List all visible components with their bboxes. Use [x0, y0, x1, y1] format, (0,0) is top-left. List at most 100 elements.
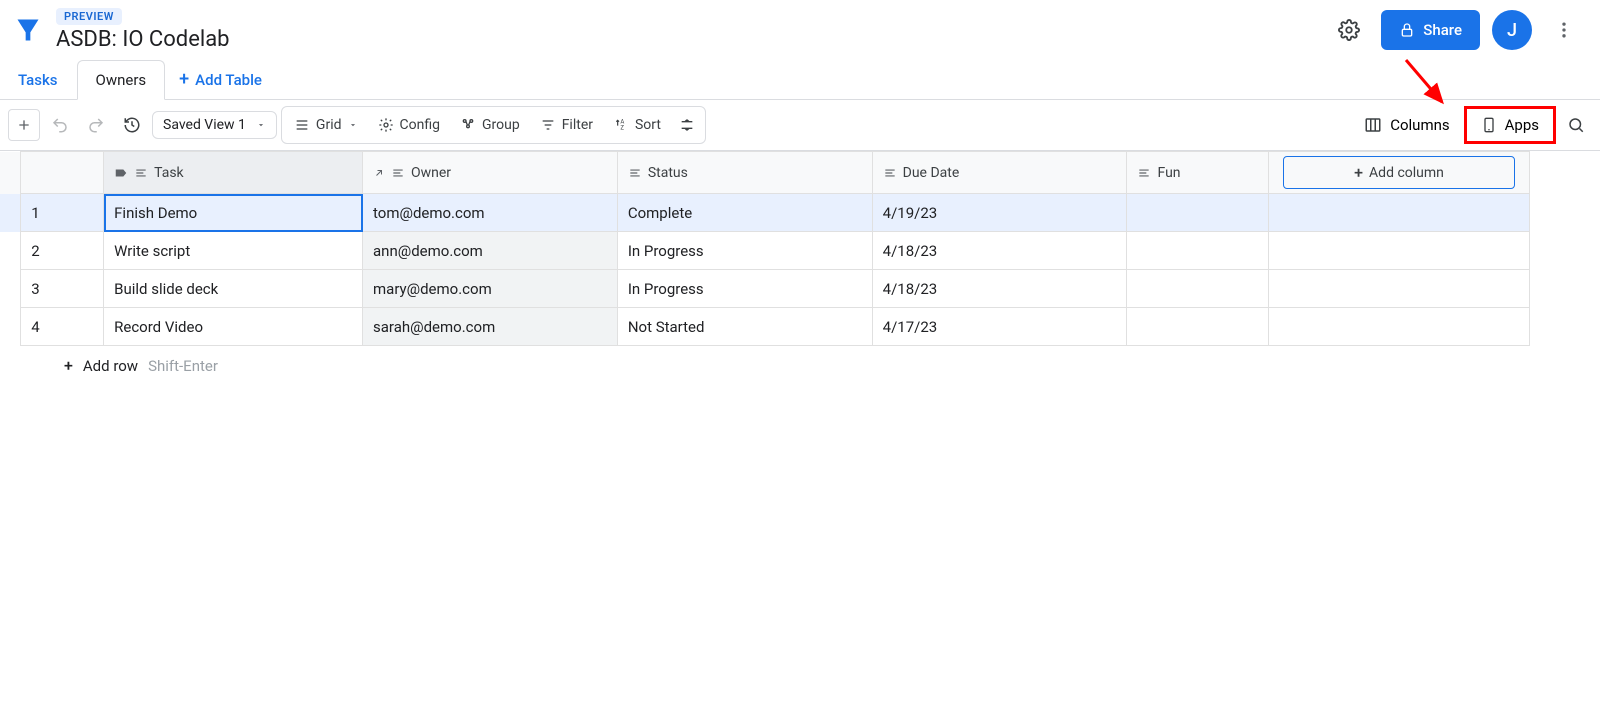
tab-owners[interactable]: Owners — [77, 60, 166, 100]
cell-fun[interactable] — [1127, 232, 1269, 270]
grid-label: Grid — [316, 117, 342, 133]
cell-task[interactable]: Finish Demo — [104, 194, 363, 232]
config-button[interactable]: Config — [368, 111, 450, 139]
app-header: PREVIEW ASDB: IO Codelab Share J — [0, 0, 1600, 60]
cell-task[interactable]: Build slide deck — [104, 270, 363, 308]
table-tabs: Tasks Owners + Add Table — [0, 60, 1600, 100]
history-icon — [123, 116, 141, 134]
cell-due-date[interactable]: 4/19/23 — [872, 194, 1127, 232]
add-row-hint: Shift-Enter — [148, 357, 218, 375]
group-button[interactable]: Group — [450, 111, 530, 139]
more-vert-icon — [1554, 20, 1574, 40]
add-row-label: Add row — [83, 357, 138, 375]
cell-due-date[interactable]: 4/17/23 — [872, 308, 1127, 346]
saved-view-label: Saved View 1 — [163, 117, 246, 133]
row-number: 3 — [21, 270, 104, 308]
chevron-down-icon — [256, 120, 266, 130]
sort-button[interactable]: AZ Sort — [603, 111, 671, 139]
add-view-button[interactable] — [8, 109, 40, 141]
row-number: 1 — [21, 194, 104, 232]
gear-icon — [1338, 19, 1360, 41]
column-header-fun[interactable]: Fun — [1127, 152, 1269, 194]
preview-badge: PREVIEW — [56, 8, 122, 25]
cell-due-date[interactable]: 4/18/23 — [872, 270, 1127, 308]
cell-status[interactable]: Not Started — [617, 308, 872, 346]
column-header-due-date[interactable]: Due Date — [872, 152, 1127, 194]
tab-tasks[interactable]: Tasks — [0, 61, 77, 99]
cell-owner[interactable]: mary@demo.com — [363, 270, 618, 308]
history-button[interactable] — [116, 109, 148, 141]
ref-arrow-icon — [373, 167, 385, 179]
cell-fun[interactable] — [1127, 194, 1269, 232]
table-row[interactable]: 1Finish Demotom@demo.comComplete4/19/23 — [0, 194, 1530, 232]
search-icon — [1567, 116, 1585, 134]
columns-button[interactable]: Columns — [1354, 110, 1459, 140]
table-row[interactable]: 2Write scriptann@demo.comIn Progress4/18… — [0, 232, 1530, 270]
cell-status[interactable]: Complete — [617, 194, 872, 232]
filter-icon — [540, 117, 556, 133]
phone-icon — [1481, 115, 1497, 135]
user-avatar[interactable]: J — [1492, 10, 1532, 50]
columns-icon — [1364, 116, 1382, 134]
cell-empty[interactable] — [1269, 194, 1530, 232]
cell-due-date[interactable]: 4/18/23 — [872, 232, 1127, 270]
columns-label: Columns — [1390, 116, 1449, 134]
plus-icon — [16, 117, 32, 133]
column-header-status[interactable]: Status — [617, 152, 872, 194]
cell-empty[interactable] — [1269, 270, 1530, 308]
group-icon — [460, 117, 476, 133]
label-icon — [114, 166, 128, 180]
view-toolbar: Saved View 1 Grid Config Group Filter AZ… — [0, 100, 1600, 151]
cell-fun[interactable] — [1127, 308, 1269, 346]
cell-fun[interactable] — [1127, 270, 1269, 308]
apps-label: Apps — [1505, 116, 1539, 134]
cell-status[interactable]: In Progress — [617, 270, 872, 308]
search-button[interactable] — [1560, 109, 1592, 141]
cell-task[interactable]: Write script — [104, 232, 363, 270]
more-menu-button[interactable] — [1544, 10, 1584, 50]
share-button[interactable]: Share — [1381, 10, 1480, 50]
redo-button[interactable] — [80, 109, 112, 141]
plus-icon: + — [179, 71, 189, 89]
data-grid: Task Owner Status Due Date — [0, 151, 1530, 346]
add-column-button[interactable]: + Add column — [1269, 152, 1530, 194]
text-icon — [628, 166, 642, 180]
cell-owner[interactable]: tom@demo.com — [363, 194, 618, 232]
gear-icon — [378, 117, 394, 133]
grid-view-button[interactable]: Grid — [284, 111, 368, 139]
text-icon — [134, 166, 148, 180]
table-row[interactable]: 3Build slide deckmary@demo.comIn Progres… — [0, 270, 1530, 308]
plus-icon: + — [64, 356, 73, 375]
chevron-down-icon — [348, 120, 358, 130]
filter-button[interactable]: Filter — [530, 111, 603, 139]
cell-owner[interactable]: sarah@demo.com — [363, 308, 618, 346]
column-header-task[interactable]: Task — [104, 152, 363, 194]
sort-icon: AZ — [613, 117, 629, 133]
text-icon — [391, 166, 405, 180]
cell-status[interactable]: In Progress — [617, 232, 872, 270]
row-height-icon — [679, 117, 695, 133]
add-row-button[interactable]: + Add row Shift-Enter — [0, 346, 1600, 385]
cell-task[interactable]: Record Video — [104, 308, 363, 346]
config-label: Config — [400, 117, 440, 133]
text-icon — [883, 166, 897, 180]
saved-view-selector[interactable]: Saved View 1 — [152, 111, 277, 139]
table-row[interactable]: 4Record Videosarah@demo.comNot Started4/… — [0, 308, 1530, 346]
undo-icon — [51, 116, 69, 134]
cell-owner[interactable]: ann@demo.com — [363, 232, 618, 270]
app-logo — [12, 14, 44, 46]
page-title[interactable]: ASDB: IO Codelab — [56, 27, 230, 52]
row-number: 2 — [21, 232, 104, 270]
svg-text:Z: Z — [620, 125, 624, 132]
cell-empty[interactable] — [1269, 308, 1530, 346]
redo-icon — [87, 116, 105, 134]
plus-icon: + — [1354, 163, 1363, 182]
apps-button[interactable]: Apps — [1464, 106, 1556, 144]
cell-empty[interactable] — [1269, 232, 1530, 270]
column-header-owner[interactable]: Owner — [363, 152, 618, 194]
row-height-button[interactable] — [671, 109, 703, 141]
undo-button[interactable] — [44, 109, 76, 141]
row-number: 4 — [21, 308, 104, 346]
settings-button[interactable] — [1329, 10, 1369, 50]
add-table-button[interactable]: + Add Table — [165, 61, 276, 99]
